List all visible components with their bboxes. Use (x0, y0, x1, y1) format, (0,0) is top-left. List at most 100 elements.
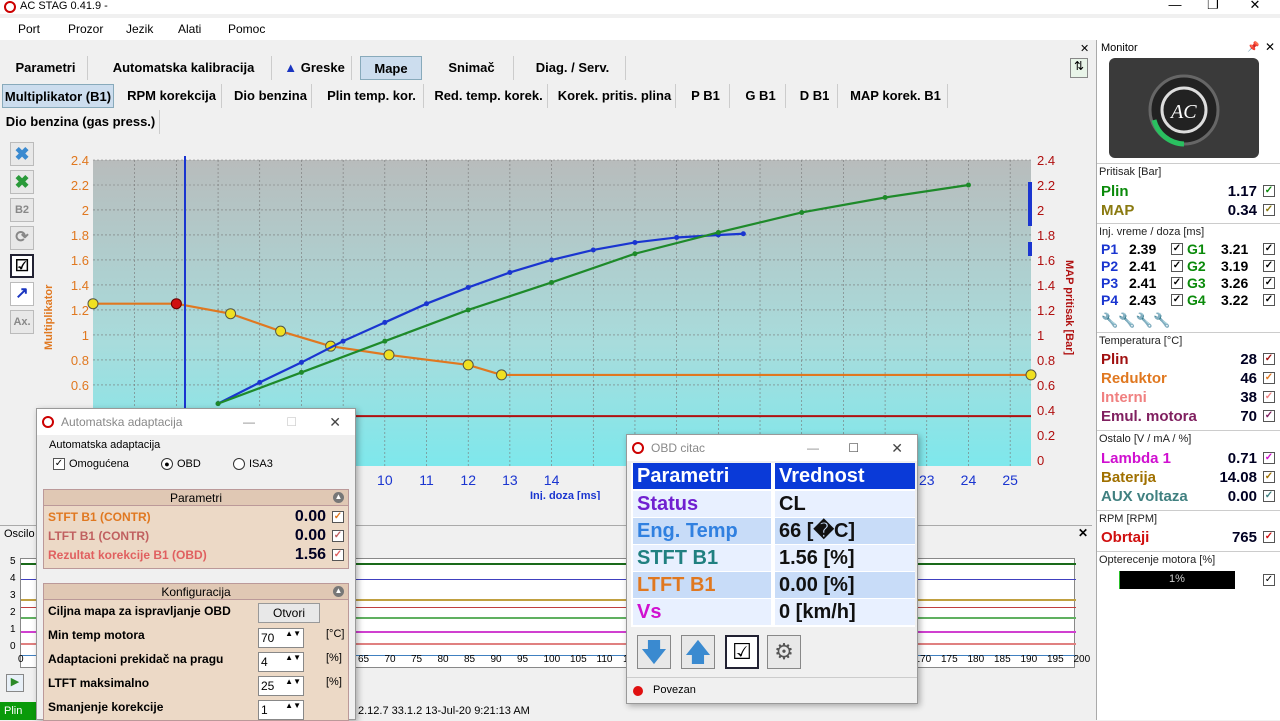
tab-map-korek-b1[interactable]: MAP korek. B1 (844, 84, 948, 108)
load-checkbox[interactable]: ✓ (1263, 574, 1275, 586)
tab-g-b1[interactable]: G B1 (736, 84, 786, 108)
obd-settings-icon[interactable]: ⚙ (767, 635, 801, 669)
menu-pomoc[interactable]: Pomoc (228, 22, 265, 36)
plin-checkbox[interactable]: ✓ (1263, 185, 1275, 197)
aa-param-checkbox[interactable]: ✓ (332, 549, 344, 561)
series-point[interactable] (383, 349, 395, 361)
tab-plin-temp-kor[interactable]: Plin temp. kor. (320, 84, 424, 108)
cfg-input[interactable]: 4 ▲▼ (258, 652, 304, 672)
inj-g-checkbox[interactable]: ✓ (1263, 294, 1275, 306)
series-point[interactable] (275, 325, 287, 337)
tab-multiplikator-b1[interactable]: Multiplikator (B1) (2, 84, 114, 108)
cfg-input[interactable]: 1 ▲▼ (258, 700, 304, 720)
menu-port[interactable]: Port (18, 22, 40, 36)
close-icon[interactable]: ✕ (1240, 0, 1270, 13)
ax-button[interactable]: Ax. (10, 310, 34, 334)
tab-greske[interactable]: ▲ Greske (278, 56, 352, 80)
rpm-checkbox[interactable]: ✓ (1263, 531, 1275, 543)
inj-p-checkbox[interactable]: ✓ (1171, 243, 1183, 255)
aa-enabled-checkbox[interactable]: ✓ (53, 458, 65, 470)
ostalo-checkbox[interactable]: ✓ (1263, 452, 1275, 464)
cfg-input[interactable]: 25 ▲▼ (258, 676, 304, 696)
ostalo-row: Lambda 1 0.71 ✓ (1101, 449, 1277, 468)
aa-param-checkbox[interactable]: ✓ (332, 511, 344, 523)
series-point[interactable] (225, 308, 237, 320)
inj-p-checkbox[interactable]: ✓ (1171, 277, 1183, 289)
minimize-icon[interactable]: — (1160, 0, 1190, 13)
params-collapse-icon[interactable]: ▲ (333, 492, 344, 503)
tab-p-b1[interactable]: P B1 (682, 84, 730, 108)
inj-p-checkbox[interactable]: ✓ (1171, 294, 1183, 306)
stepper-icon[interactable]: ▲▼ (285, 653, 301, 662)
stepper-icon[interactable]: ▲▼ (285, 677, 301, 686)
osc-close-icon[interactable]: ✕ (1078, 526, 1088, 540)
checkbox-tool-icon[interactable]: ☑ (10, 254, 34, 278)
inj-g-checkbox[interactable]: ✓ (1263, 277, 1275, 289)
menu-jezik[interactable]: Jezik (126, 22, 153, 36)
inj-p-checkbox[interactable]: ✓ (1171, 260, 1183, 272)
series-point[interactable] (1025, 369, 1037, 381)
tab-d-b1[interactable]: D B1 (792, 84, 838, 108)
tab-mape[interactable]: Mape (360, 56, 422, 80)
inj-g-value: 3.19 (1221, 258, 1249, 274)
inj-p-label: P2 (1101, 258, 1119, 274)
maximize-icon[interactable]: ❐ (1198, 0, 1228, 13)
graph-icon[interactable]: ↗ (10, 282, 34, 306)
temp-checkbox[interactable]: ✓ (1263, 391, 1275, 403)
temp-checkbox[interactable]: ✓ (1263, 353, 1275, 365)
series-point[interactable] (170, 298, 182, 310)
temp-checkbox[interactable]: ✓ (1263, 372, 1275, 384)
aa-minimize-icon[interactable]: — (243, 409, 255, 435)
obd-close-icon[interactable]: ✕ (891, 435, 903, 461)
inj-g-checkbox[interactable]: ✓ (1263, 243, 1275, 255)
obd-down-icon[interactable]: 🡇 (637, 635, 671, 669)
radio-isa3[interactable] (233, 458, 245, 470)
b2-button[interactable]: B2 (10, 198, 34, 222)
monitor-close-icon[interactable]: ✕ (1265, 40, 1275, 54)
obd-window: OBD citac — ☐ ✕ Parametri Vrednost Statu… (626, 434, 918, 704)
clear-green-icon[interactable]: ✖ (10, 170, 34, 194)
series-point[interactable] (87, 298, 99, 310)
radio-obd[interactable]: ● (161, 458, 173, 470)
ostalo-checkbox[interactable]: ✓ (1263, 471, 1275, 483)
aa-param-checkbox[interactable]: ✓ (332, 530, 344, 542)
menu-alati[interactable]: Alati (178, 22, 201, 36)
stepper-icon[interactable]: ▲▼ (285, 701, 301, 710)
refresh-icon[interactable]: ⟳ (10, 226, 34, 250)
tab-parametri[interactable]: Parametri (4, 56, 88, 80)
pin-icon[interactable]: 📌 (1247, 42, 1259, 53)
tab-snimac[interactable]: Snimač (430, 56, 514, 80)
close-panel-icon[interactable]: ✕ (1080, 42, 1089, 55)
x-tick-label: 24 (961, 472, 977, 488)
obd-minimize-icon[interactable]: — (807, 435, 819, 461)
tab-automatska-kalibracija[interactable]: Automatska kalibracija (96, 56, 272, 80)
obd-check-icon[interactable]: ☑ (725, 635, 759, 669)
help-icon[interactable]: ⇅ (1070, 58, 1088, 78)
title-bar: AC STAG 0.41.9 - — ❐ ✕ (0, 0, 1280, 14)
inj-g-checkbox[interactable]: ✓ (1263, 260, 1275, 272)
stepper-icon[interactable]: ▲▼ (285, 629, 301, 638)
series-point[interactable] (496, 369, 508, 381)
osc-x-tick: 90 (490, 654, 502, 665)
obd-maximize-icon[interactable]: ☐ (848, 435, 859, 461)
clear-blue-icon[interactable]: ✖ (10, 142, 34, 166)
temp-checkbox[interactable]: ✓ (1263, 410, 1275, 422)
tab-red-temp-korek[interactable]: Red. temp. korek. (430, 84, 548, 108)
map-checkbox[interactable]: ✓ (1263, 204, 1275, 216)
tab-dio-benzina[interactable]: Dio benzina (230, 84, 312, 108)
tab-dio-benzina-gas-press[interactable]: Dio benzina (gas press.) (2, 110, 160, 134)
tab-diag-serv[interactable]: Diag. / Serv. (520, 56, 626, 80)
ostalo-checkbox[interactable]: ✓ (1263, 490, 1275, 502)
menu-prozor[interactable]: Prozor (68, 22, 103, 36)
config-collapse-icon[interactable]: ▲ (333, 586, 344, 597)
aa-close-icon[interactable]: ✕ (329, 409, 341, 435)
cfg-open-button[interactable]: Otvori (258, 603, 320, 623)
tab-korek-pritis-plina[interactable]: Korek. pritis. plina (554, 84, 676, 108)
tab-rpm-korekcija[interactable]: RPM korekcija (122, 84, 222, 108)
cfg-value: 4 (261, 655, 268, 669)
obd-up-icon[interactable]: 🡅 (681, 635, 715, 669)
cfg-input[interactable]: 70 ▲▼ (258, 628, 304, 648)
play-icon[interactable]: ▶ (6, 674, 24, 692)
aa-maximize-icon[interactable]: ☐ (286, 409, 297, 435)
series-point[interactable] (462, 359, 474, 371)
